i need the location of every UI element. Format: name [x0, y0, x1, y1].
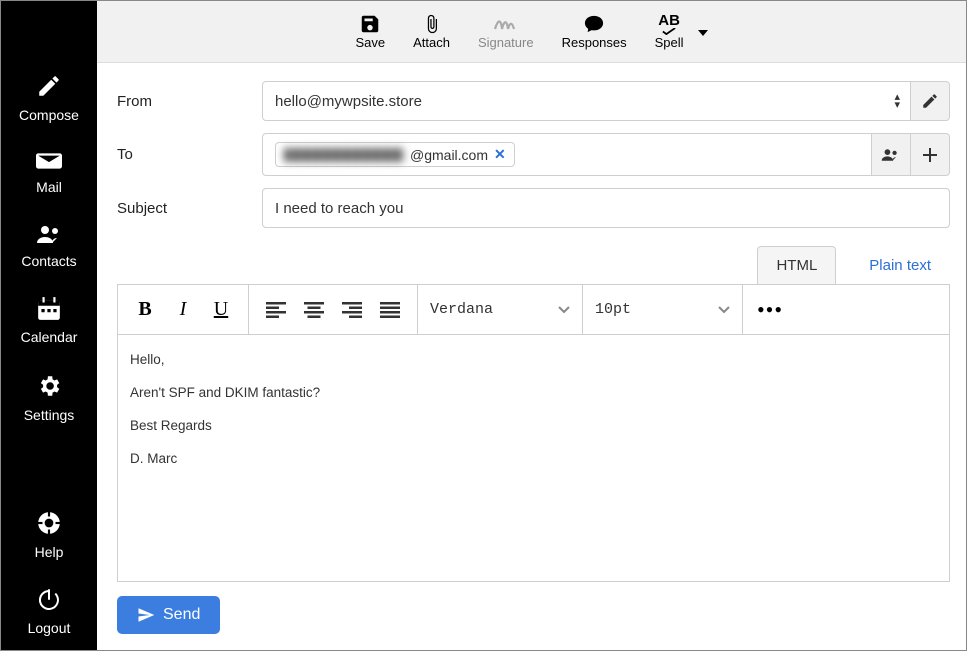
- body-line: Aren't SPF and DKIM fantastic?: [130, 384, 937, 403]
- format-tabs-row: HTML Plain text: [117, 246, 950, 284]
- sidebar-item-label: Compose: [19, 107, 79, 123]
- main-pane: Save Attach Signature Responses AB S: [97, 1, 966, 650]
- mail-icon: [36, 151, 62, 174]
- body-line: D. Marc: [130, 450, 937, 469]
- align-right-button[interactable]: [333, 291, 371, 329]
- gear-icon: [36, 373, 62, 402]
- subject-row: Subject: [117, 188, 950, 228]
- to-label: To: [117, 146, 262, 163]
- subject-label: Subject: [117, 200, 262, 217]
- select-arrows-icon: ▴▾: [894, 93, 900, 109]
- font-family-select[interactable]: Verdana: [418, 285, 583, 334]
- logout-icon: [37, 588, 61, 615]
- editor-body[interactable]: Hello, Aren't SPF and DKIM fantastic? Be…: [118, 335, 949, 581]
- help-icon: [36, 510, 62, 539]
- sidebar-item-label: Calendar: [21, 329, 78, 345]
- compose-area: From hello@mywpsite.store ▴▾ To @gmail.c…: [97, 63, 966, 650]
- signature-icon: [493, 13, 519, 35]
- spell-dropdown-caret[interactable]: [698, 23, 708, 41]
- font-family-value: Verdana: [430, 301, 493, 318]
- tab-plain-text[interactable]: Plain text: [850, 246, 950, 284]
- tab-html[interactable]: HTML: [757, 246, 836, 284]
- toolbar-label: Attach: [413, 35, 450, 50]
- italic-button[interactable]: I: [164, 291, 202, 329]
- align-center-button[interactable]: [295, 291, 333, 329]
- edit-identity-button[interactable]: [910, 81, 950, 121]
- body-line: Best Regards: [130, 417, 937, 436]
- send-icon: [137, 606, 155, 624]
- bold-button[interactable]: B: [126, 291, 164, 329]
- subject-input[interactable]: [262, 188, 950, 228]
- editor-toolbar: B I U: [118, 285, 949, 335]
- underline-button[interactable]: U: [202, 291, 240, 329]
- sidebar-item-label: Logout: [28, 620, 71, 636]
- add-contact-button[interactable]: [871, 133, 911, 176]
- sidebar-item-mail[interactable]: Mail: [1, 151, 97, 195]
- from-value: hello@mywpsite.store: [275, 93, 422, 110]
- align-left-button[interactable]: [257, 291, 295, 329]
- recipient-redacted: [284, 148, 404, 162]
- sidebar-item-contacts[interactable]: Contacts: [1, 223, 97, 269]
- toolbar-label: Responses: [562, 35, 627, 50]
- sidebar-item-calendar[interactable]: Calendar: [1, 297, 97, 345]
- font-size-value: 10pt: [595, 301, 631, 318]
- save-button[interactable]: Save: [355, 13, 385, 50]
- from-row: From hello@mywpsite.store ▴▾: [117, 81, 950, 121]
- add-recipient-button[interactable]: [910, 133, 950, 176]
- spell-button[interactable]: AB Spell: [655, 13, 684, 50]
- sidebar-item-label: Help: [35, 544, 64, 560]
- sidebar-item-compose[interactable]: Compose: [1, 73, 97, 123]
- sidebar-item-label: Contacts: [21, 253, 76, 269]
- toolbar-label: Spell: [655, 35, 684, 50]
- contacts-icon: [35, 223, 63, 248]
- responses-icon: [583, 13, 605, 35]
- spell-icon: AB: [658, 13, 680, 35]
- compose-icon: [36, 73, 62, 102]
- send-label: Send: [163, 606, 200, 624]
- top-toolbar: Save Attach Signature Responses AB S: [97, 1, 966, 63]
- font-size-select[interactable]: 10pt: [583, 285, 743, 334]
- to-row: To @gmail.com ✕: [117, 133, 950, 176]
- sidebar-item-label: Settings: [24, 407, 75, 423]
- sidebar-item-label: Mail: [36, 179, 62, 195]
- toolbar-label: Save: [355, 35, 385, 50]
- save-icon: [359, 13, 381, 35]
- sidebar-item-logout[interactable]: Logout: [1, 588, 97, 636]
- toolbar-label: Signature: [478, 35, 534, 50]
- attach-icon: [422, 13, 442, 35]
- from-select[interactable]: hello@mywpsite.store ▴▾: [262, 81, 911, 121]
- body-line: Hello,: [130, 351, 937, 370]
- remove-recipient-icon[interactable]: ✕: [494, 146, 506, 163]
- rich-text-editor: B I U: [117, 284, 950, 582]
- send-button[interactable]: Send: [117, 596, 220, 634]
- responses-button[interactable]: Responses: [562, 13, 627, 50]
- recipient-chip[interactable]: @gmail.com ✕: [275, 142, 515, 167]
- from-label: From: [117, 93, 262, 110]
- sidebar: Compose Mail Contacts Calendar Settings …: [1, 1, 97, 650]
- more-formatting-button[interactable]: •••: [751, 291, 789, 329]
- sidebar-item-settings[interactable]: Settings: [1, 373, 97, 423]
- send-row: Send: [117, 582, 950, 650]
- sidebar-item-help[interactable]: Help: [1, 510, 97, 560]
- to-input[interactable]: @gmail.com ✕: [262, 133, 872, 176]
- attach-button[interactable]: Attach: [413, 13, 450, 50]
- recipient-suffix: @gmail.com: [410, 147, 488, 163]
- signature-button: Signature: [478, 13, 534, 50]
- calendar-icon: [36, 297, 62, 324]
- align-justify-button[interactable]: [371, 291, 409, 329]
